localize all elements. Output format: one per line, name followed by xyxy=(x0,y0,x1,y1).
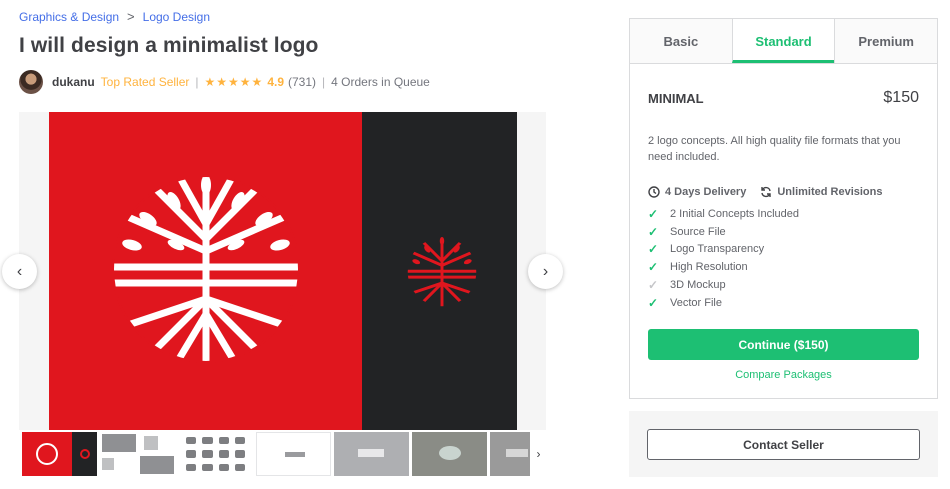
chevron-right-icon: › xyxy=(542,262,549,280)
revisions-label: Unlimited Revisions xyxy=(777,186,883,198)
package-header: MINIMAL $150 xyxy=(630,89,937,107)
feature-label: High Resolution xyxy=(670,261,748,274)
seller-name[interactable]: dukanu xyxy=(52,75,95,89)
logo-preview-red xyxy=(49,112,362,430)
contact-seller-button[interactable]: Contact Seller xyxy=(647,429,920,460)
tab-standard[interactable]: Standard xyxy=(731,19,835,63)
check-icon: ✓ xyxy=(648,224,659,239)
thumbnail[interactable] xyxy=(100,432,175,476)
gallery-prev-button[interactable]: ‹ xyxy=(2,254,37,289)
compare-packages-link[interactable]: Compare Packages xyxy=(630,369,937,381)
feature-item: ✓ High Resolution xyxy=(648,258,919,276)
gig-title: I will design a minimalist logo xyxy=(19,34,319,57)
feature-label: 2 Initial Concepts Included xyxy=(670,207,800,220)
logo-preview-dark xyxy=(362,112,517,430)
thumbnail[interactable] xyxy=(22,432,97,476)
feature-label: Vector File xyxy=(670,296,722,309)
package-panel: Basic Standard Premium MINIMAL $150 2 lo… xyxy=(629,18,938,399)
chevron-right-icon: › xyxy=(536,447,541,461)
thumbnail[interactable] xyxy=(412,432,487,476)
gallery-thumbnails xyxy=(22,432,548,476)
tree-logo-small-icon xyxy=(407,237,477,307)
breadcrumb-link-graphics-design[interactable]: Graphics & Design xyxy=(19,10,119,24)
rating-score: 4.9 xyxy=(267,75,284,89)
package-description: 2 logo concepts. All high quality file f… xyxy=(648,135,901,163)
thumbnail[interactable] xyxy=(334,432,409,476)
thumbnail[interactable] xyxy=(256,432,331,476)
delivery-time: 4 Days Delivery xyxy=(648,186,746,198)
thumbnails-next-button[interactable]: › xyxy=(530,432,547,476)
gallery-next-button[interactable]: › xyxy=(528,254,563,289)
feature-item: ✓ Source File xyxy=(648,223,919,241)
continue-button[interactable]: Continue ($150) xyxy=(648,329,919,360)
feature-label: Source File xyxy=(670,225,726,238)
check-icon: ✓ xyxy=(648,242,659,257)
gig-gallery xyxy=(19,112,546,430)
feature-label: 3D Mockup xyxy=(670,279,726,292)
check-icon: ✓ xyxy=(648,278,659,293)
contact-seller-box: Contact Seller xyxy=(629,411,938,477)
chevron-left-icon: ‹ xyxy=(16,262,23,280)
check-icon: ✓ xyxy=(648,260,659,275)
package-meta: 4 Days Delivery Unlimited Revisions xyxy=(630,186,937,198)
feature-list: ✓ 2 Initial Concepts Included ✓ Source Fil… xyxy=(630,205,937,312)
breadcrumb-link-logo-design[interactable]: Logo Design xyxy=(143,10,210,24)
feature-item: ✓ 3D Mockup xyxy=(648,276,919,294)
tab-basic[interactable]: Basic xyxy=(630,19,732,63)
feature-item: ✓ Logo Transparency xyxy=(648,241,919,259)
review-count[interactable]: (731) xyxy=(288,75,316,89)
feature-label: Logo Transparency xyxy=(670,243,765,256)
breadcrumb-separator-icon: > xyxy=(127,9,135,24)
breadcrumb: Graphics & Design > Logo Design xyxy=(19,9,210,24)
check-icon: ✓ xyxy=(648,295,659,310)
top-rated-badge: Top Rated Seller xyxy=(100,75,190,89)
divider: | xyxy=(195,75,199,89)
seller-overview: dukanu Top Rated Seller | ★★★★★ 4.9 (731… xyxy=(19,70,430,94)
revisions: Unlimited Revisions xyxy=(760,186,882,198)
orders-in-queue: 4 Orders in Queue xyxy=(331,75,430,89)
check-icon: ✓ xyxy=(648,206,659,221)
gallery-slide xyxy=(49,112,517,430)
refresh-icon xyxy=(761,186,772,198)
star-rating-icon: ★★★★★ xyxy=(204,75,264,89)
delivery-label: 4 Days Delivery xyxy=(665,186,747,198)
feature-item: ✓ 2 Initial Concepts Included xyxy=(648,205,919,223)
package-name: MINIMAL xyxy=(648,90,704,106)
seller-avatar[interactable] xyxy=(19,70,43,94)
feature-item: ✓ Vector File xyxy=(648,294,919,312)
clock-icon xyxy=(648,186,660,198)
package-price: $150 xyxy=(883,89,919,106)
divider: | xyxy=(322,75,326,89)
tree-logo-icon xyxy=(112,175,300,363)
package-tabs: Basic Standard Premium xyxy=(630,19,938,64)
thumbnail[interactable] xyxy=(178,432,253,476)
tab-premium[interactable]: Premium xyxy=(834,19,938,63)
